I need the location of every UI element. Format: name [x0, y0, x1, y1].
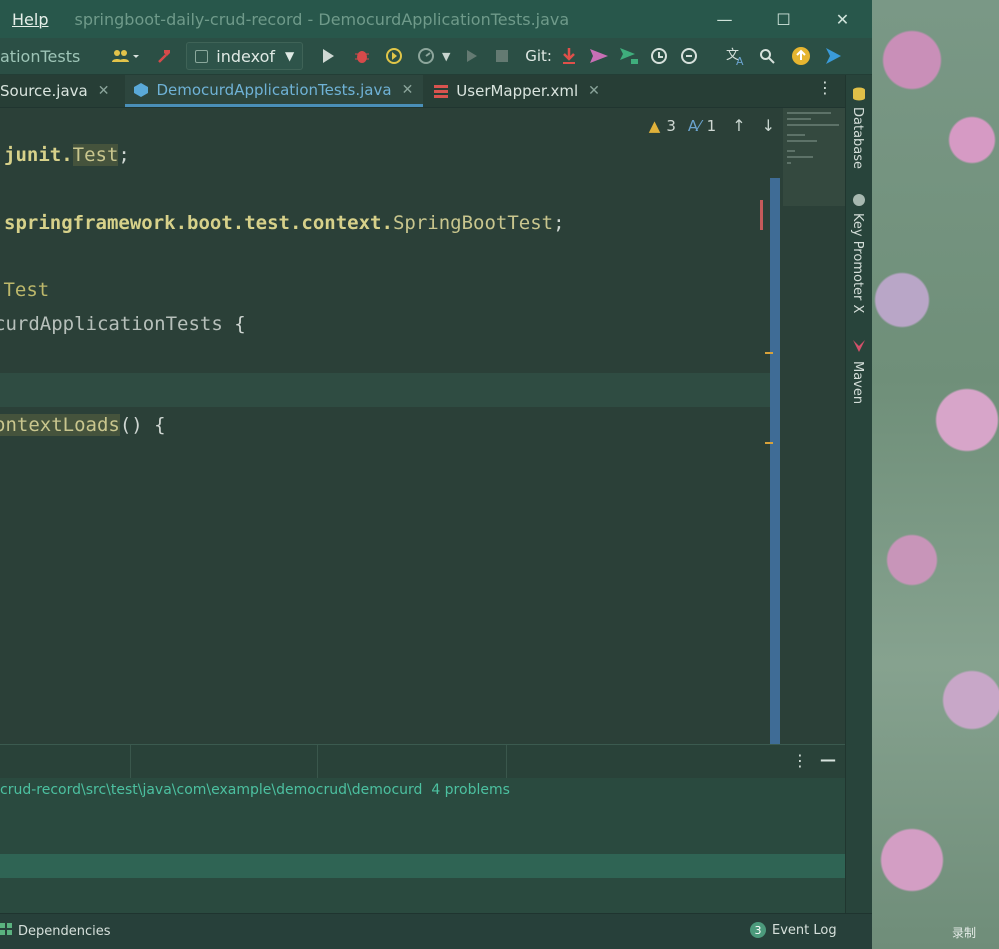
run-icon[interactable] [315, 43, 341, 69]
desktop-background [872, 0, 999, 949]
search-icon[interactable] [754, 43, 780, 69]
current-line-highlight [0, 373, 770, 407]
git-label: Git: [525, 47, 552, 65]
title-bar: Help springboot-daily-crud-record - Demo… [0, 0, 872, 38]
status-bar: Dependencies 3 Event Log [0, 913, 872, 949]
key-promoter-icon [852, 193, 866, 211]
maven-icon [852, 339, 866, 357]
java-class-icon [133, 82, 149, 98]
dependencies-icon [0, 923, 12, 939]
problem-file-row[interactable]: crud-record\src\test\java\com\example\de… [0, 782, 510, 798]
close-icon[interactable]: ✕ [588, 83, 600, 99]
selected-problem-row[interactable] [0, 854, 845, 878]
tab-source[interactable]: Source.java ✕ [0, 75, 119, 107]
hide-panel-icon[interactable]: — [820, 750, 836, 769]
event-log-tool-button[interactable]: 3 Event Log [750, 922, 837, 938]
event-log-badge: 3 [750, 922, 766, 938]
chevron-down-icon: ▼ [285, 49, 295, 63]
warning-stripe-marker[interactable] [765, 352, 773, 354]
svg-text:A: A [736, 55, 744, 66]
git-update-icon[interactable] [556, 43, 582, 69]
dependencies-label: Dependencies [18, 923, 111, 939]
warning-stripe-marker[interactable] [765, 442, 773, 444]
menu-help[interactable]: Help [12, 10, 48, 29]
tab-label: DemocurdApplicationTests.java [156, 80, 392, 99]
warning-icon: ▲ [648, 116, 661, 135]
record-label: 录制 [952, 926, 977, 940]
run-config-dropdown[interactable]: indexof ▼ [186, 42, 304, 70]
arrow-up-icon[interactable]: ↑ [732, 116, 745, 135]
editor-tabs: Source.java ✕ DemocurdApplicationTests.j… [0, 75, 845, 108]
git-push-icon[interactable] [616, 43, 642, 69]
close-icon[interactable]: ✕ [98, 83, 110, 99]
ide-window: Help springboot-daily-crud-record - Demo… [0, 0, 872, 949]
close-icon[interactable]: ✕ [402, 82, 414, 98]
inspection-widget[interactable]: ▲ 3 A⁄ 1 ↑ ↓ [649, 116, 775, 135]
problem-file-path: crud-record\src\test\java\com\example\de… [0, 782, 423, 798]
run-config-label: indexof [216, 46, 275, 66]
run-disabled-icon[interactable] [459, 43, 485, 69]
profiler-icon[interactable] [413, 43, 439, 69]
tab-label: Source.java [0, 82, 88, 100]
code-line: :Test [0, 279, 50, 301]
build-hammer-icon[interactable] [152, 43, 178, 69]
key-promoter-tool-button[interactable]: Key Promoter X [850, 213, 865, 313]
chevron-down-icon[interactable]: ▼ [439, 43, 453, 69]
plugin-icon[interactable] [820, 43, 846, 69]
history-icon[interactable] [646, 43, 672, 69]
arrow-down-icon[interactable]: ↓ [762, 116, 775, 135]
code-line: springframework.boot.test.context.Spring… [4, 212, 565, 234]
git-commit-icon[interactable] [586, 43, 612, 69]
window-title: springboot-daily-crud-record - DemocurdA… [74, 9, 570, 29]
close-button[interactable]: ✕ [813, 0, 872, 38]
rollback-icon[interactable] [676, 43, 702, 69]
more-options-icon[interactable]: ⋮ [817, 78, 833, 97]
warnings-count: 3 [666, 116, 676, 135]
right-tool-strip: Database Key Promoter X Maven [845, 75, 872, 913]
code-editor[interactable]: ▲ 3 A⁄ 1 ↑ ↓ ⋮ junit.Test; springframewo… [0, 78, 845, 744]
dependencies-tool-button[interactable]: Dependencies [0, 923, 111, 939]
event-log-label: Event Log [772, 922, 837, 938]
problems-panel: crud-record\src\test\java\com\example\de… [0, 778, 845, 913]
typos-count: 1 [706, 116, 717, 135]
tab-democurd-application-tests[interactable]: DemocurdApplicationTests.java ✕ [125, 75, 424, 107]
code-line: curdApplicationTests { [0, 313, 246, 335]
debug-icon[interactable] [349, 43, 375, 69]
more-options-icon[interactable]: ⋮ [792, 751, 808, 770]
typo-icon: A⁄ [687, 116, 701, 135]
database-icon [852, 87, 866, 105]
database-tool-button[interactable]: Database [850, 107, 865, 169]
window-controls: — ☐ ✕ [695, 0, 872, 38]
xml-file-icon [433, 83, 449, 99]
problem-count: 4 problems [431, 782, 510, 798]
minimize-button[interactable]: — [695, 0, 754, 38]
translate-icon[interactable]: 文A [724, 43, 750, 69]
update-icon[interactable] [788, 43, 814, 69]
code-line: junit.Test; [4, 144, 130, 166]
error-stripe-marker [760, 200, 763, 230]
code-line: ontextLoads() { [0, 408, 166, 442]
maven-tool-button[interactable]: Maven [850, 361, 865, 404]
problems-panel-header: ⋮ — [0, 744, 845, 779]
scrollbar[interactable] [770, 178, 780, 744]
tab-user-mapper-xml[interactable]: UserMapper.xml ✕ [433, 75, 610, 107]
stop-icon[interactable] [489, 43, 515, 69]
main-toolbar: ationTests indexof ▼ ▼ Git: 文 A [0, 38, 872, 75]
run-config-icon [195, 49, 209, 63]
coverage-icon[interactable] [381, 43, 407, 69]
maximize-button[interactable]: ☐ [754, 0, 813, 38]
breadcrumb[interactable]: ationTests [0, 47, 80, 66]
users-icon[interactable] [108, 43, 144, 69]
code-minimap[interactable] [783, 108, 845, 206]
tab-label: UserMapper.xml [456, 82, 579, 100]
